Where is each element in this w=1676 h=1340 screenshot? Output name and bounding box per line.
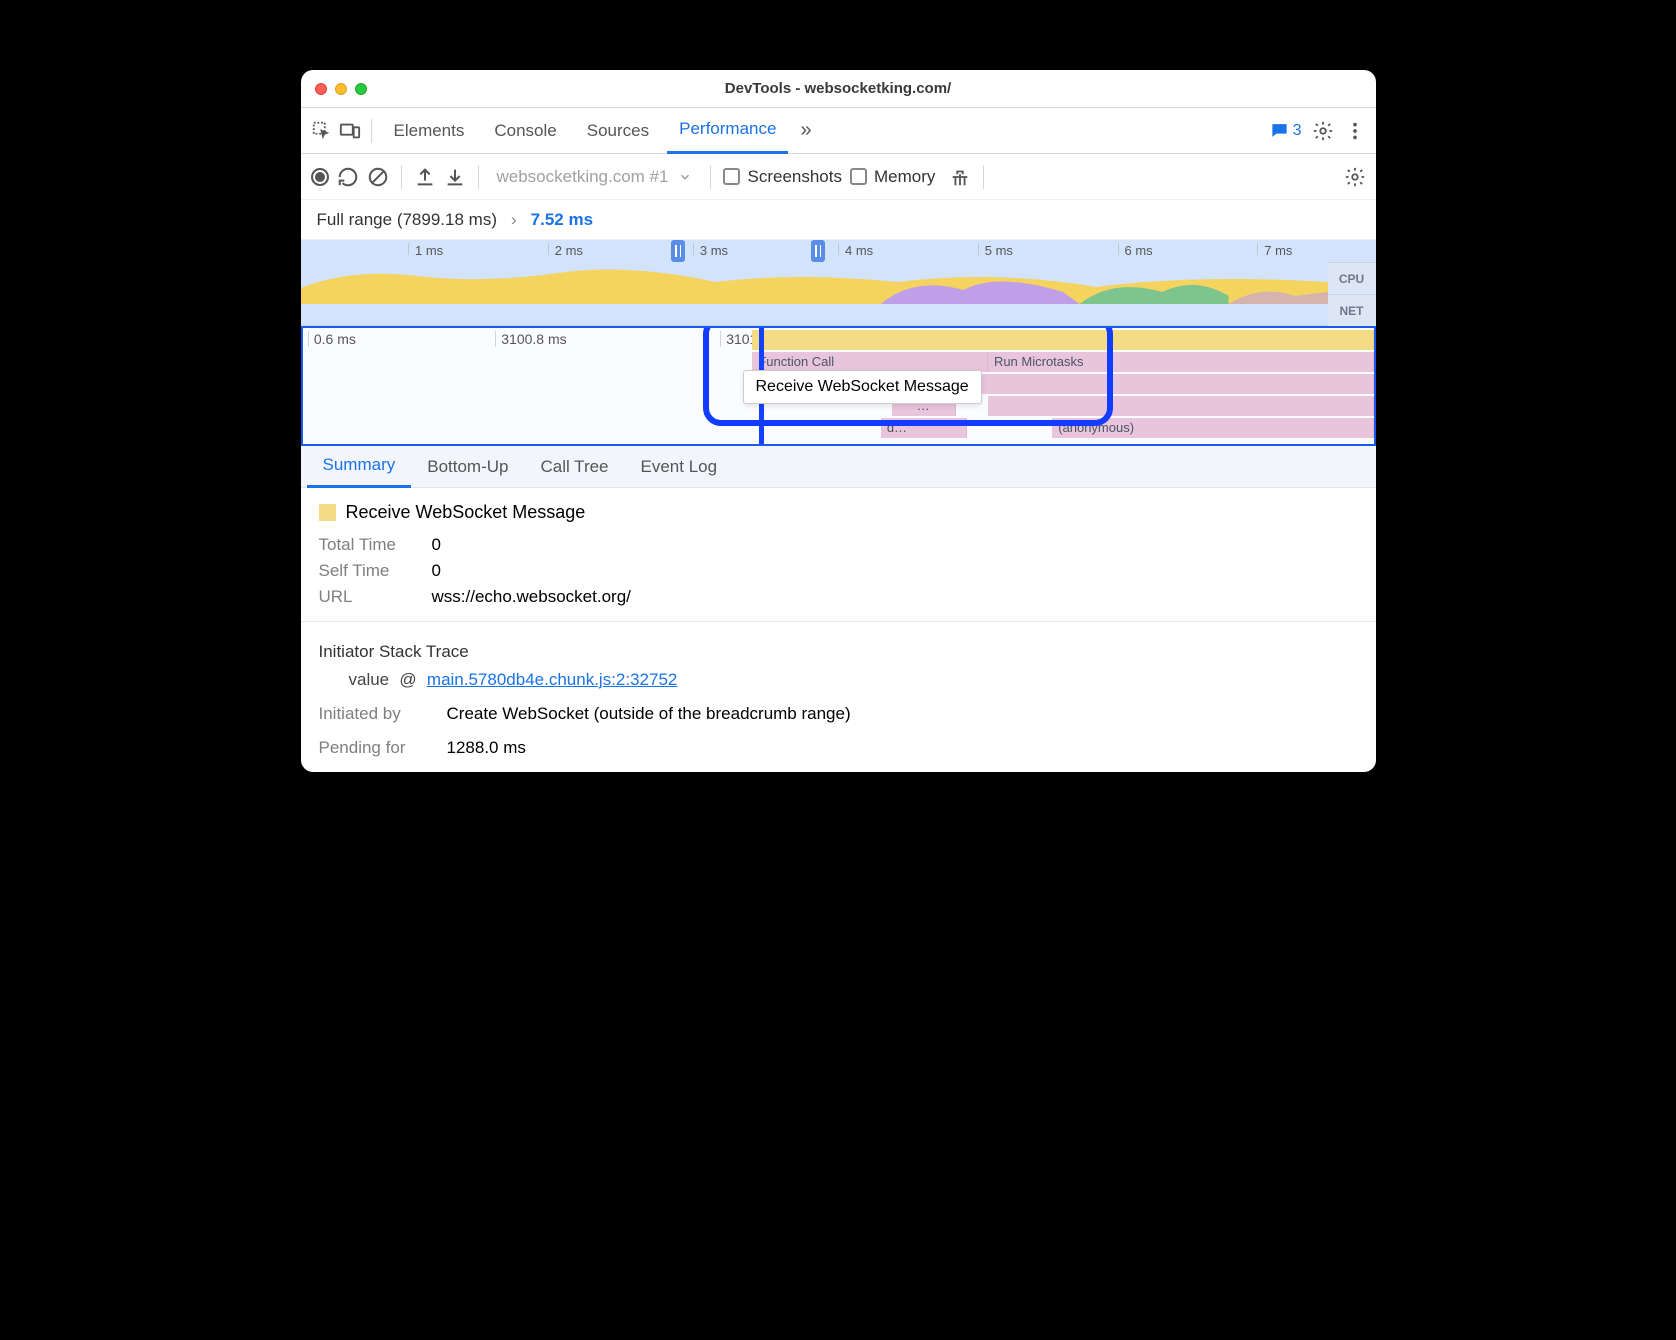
memory-checkbox[interactable]: Memory xyxy=(850,167,935,187)
overview-tick: 4 ms xyxy=(838,243,873,255)
gc-icon[interactable] xyxy=(949,166,971,188)
flame-function-call[interactable]: Function Call xyxy=(752,352,988,372)
pending-for-label: Pending for xyxy=(319,738,431,758)
upload-icon[interactable] xyxy=(414,166,436,188)
separator xyxy=(401,165,402,189)
overview-tick: 6 ms xyxy=(1118,243,1153,255)
initiated-by-value: Create WebSocket (outside of the breadcr… xyxy=(447,704,851,724)
messages-count: 3 xyxy=(1293,122,1302,140)
tab-console[interactable]: Console xyxy=(482,108,568,154)
window-controls xyxy=(315,83,367,95)
flame-receive-ws[interactable] xyxy=(752,330,1373,350)
cpu-label: CPU xyxy=(1328,262,1376,294)
summary-title-row: Receive WebSocket Message xyxy=(319,502,1358,523)
tab-overflow[interactable]: » xyxy=(794,108,817,154)
minimize-icon[interactable] xyxy=(335,83,347,95)
stack-trace-header: Initiator Stack Trace xyxy=(319,642,1358,662)
url-label: URL xyxy=(319,587,414,607)
titlebar[interactable]: DevTools - websocketking.com/ xyxy=(301,70,1376,108)
kebab-icon[interactable] xyxy=(1344,120,1366,142)
range-handle-right[interactable] xyxy=(811,240,825,262)
clear-icon[interactable] xyxy=(367,166,389,188)
url-value: wss://echo.websocket.org/ xyxy=(432,587,631,607)
overview-tick: 7 ms xyxy=(1257,243,1292,255)
subtab-summary[interactable]: Summary xyxy=(307,446,412,488)
event-tooltip: Receive WebSocket Message xyxy=(743,370,982,404)
self-time-label: Self Time xyxy=(319,561,414,581)
summary-panel: Receive WebSocket Message Total Time 0 Se… xyxy=(301,488,1376,772)
checkbox-icon xyxy=(723,168,740,185)
breadcrumb-full-range[interactable]: Full range (7899.18 ms) xyxy=(317,210,497,230)
main-tab-strip: Elements Console Sources Performance » 3 xyxy=(301,108,1376,154)
total-time-label: Total Time xyxy=(319,535,414,555)
breadcrumb: Full range (7899.18 ms) › 7.52 ms xyxy=(301,200,1376,240)
gear-icon[interactable] xyxy=(1312,120,1334,142)
overview-tick: 2 ms xyxy=(548,243,583,255)
message-icon xyxy=(1270,121,1289,140)
screenshots-checkbox[interactable]: Screenshots xyxy=(723,167,842,187)
subtab-bottom-up[interactable]: Bottom-Up xyxy=(411,446,524,488)
record-button[interactable] xyxy=(311,168,329,186)
separator xyxy=(478,165,479,189)
recording-select[interactable]: websocketking.com #1 xyxy=(491,167,699,187)
stack-at: @ xyxy=(399,670,416,689)
inspect-icon[interactable] xyxy=(311,120,333,142)
separator xyxy=(371,119,372,143)
breadcrumb-selected-range[interactable]: 7.52 ms xyxy=(531,210,593,230)
subtab-call-tree[interactable]: Call Tree xyxy=(524,446,624,488)
messages-badge[interactable]: 3 xyxy=(1270,121,1302,140)
checkbox-icon xyxy=(850,168,867,185)
tab-sources[interactable]: Sources xyxy=(575,108,661,154)
separator xyxy=(710,165,711,189)
detail-tab-strip: Summary Bottom-Up Call Tree Event Log xyxy=(301,446,1376,488)
chevron-down-icon xyxy=(678,170,692,184)
flame-anonymous[interactable]: (anonymous) xyxy=(1052,418,1373,438)
overview-tick: 3 ms xyxy=(693,243,728,255)
reload-icon[interactable] xyxy=(337,166,359,188)
net-label: NET xyxy=(1328,294,1376,326)
device-toggle-icon[interactable] xyxy=(339,120,361,142)
cpu-usage-chart xyxy=(301,262,1328,304)
self-time-value: 0 xyxy=(432,561,441,581)
total-time-value: 0 xyxy=(432,535,441,555)
stack-fn: value xyxy=(349,670,390,689)
overview-tick: 5 ms xyxy=(978,243,1013,255)
recording-select-label: websocketking.com #1 xyxy=(497,167,669,187)
screenshots-label: Screenshots xyxy=(747,167,842,187)
memory-label: Memory xyxy=(874,167,935,187)
pending-for-value: 1288.0 ms xyxy=(447,738,526,758)
chevron-right-icon: › xyxy=(511,210,517,230)
tab-performance[interactable]: Performance xyxy=(667,108,788,154)
window-title: DevTools - websocketking.com/ xyxy=(725,80,951,97)
overview-minimap[interactable]: 1 ms 2 ms 3 ms 4 ms 5 ms 6 ms 7 ms CPU N… xyxy=(301,240,1376,326)
initiated-by-label: Initiated by xyxy=(319,704,431,724)
divider xyxy=(301,621,1376,622)
download-icon[interactable] xyxy=(444,166,466,188)
color-swatch xyxy=(319,504,336,521)
maximize-icon[interactable] xyxy=(355,83,367,95)
flame-chart[interactable]: 0.6 ms 3100.8 ms 3101.0 ms 3101.2 ms 310… xyxy=(301,326,1376,446)
flame-row4[interactable] xyxy=(988,396,1374,416)
separator xyxy=(983,165,984,189)
overview-tick: 1 ms xyxy=(408,243,443,255)
overview-side-labels: CPU NET xyxy=(1328,262,1376,326)
stack-trace-line: value @ main.5780db4e.chunk.js:2:32752 xyxy=(319,670,1358,690)
performance-toolbar: websocketking.com #1 Screenshots Memory xyxy=(301,154,1376,200)
summary-title: Receive WebSocket Message xyxy=(346,502,586,523)
overview-ticks: 1 ms 2 ms 3 ms 4 ms 5 ms 6 ms 7 ms xyxy=(301,240,1376,262)
subtab-event-log[interactable]: Event Log xyxy=(625,446,734,488)
close-icon[interactable] xyxy=(315,83,327,95)
tab-elements[interactable]: Elements xyxy=(382,108,477,154)
settings-gear-icon[interactable] xyxy=(1344,166,1366,188)
range-handle-left[interactable] xyxy=(671,240,685,262)
devtools-window: DevTools - websocketking.com/ Elements C… xyxy=(301,70,1376,772)
flame-run-microtasks[interactable]: Run Microtasks xyxy=(988,352,1374,372)
flame-d[interactable]: d… xyxy=(881,418,967,438)
stack-source-link[interactable]: main.5780db4e.chunk.js:2:32752 xyxy=(427,670,677,689)
